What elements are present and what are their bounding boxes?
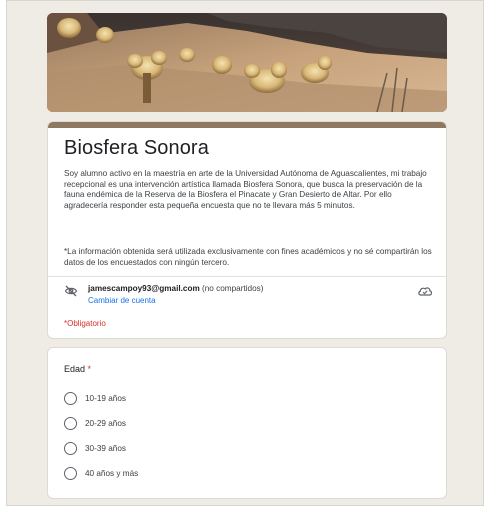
question-label: Edad *	[64, 364, 91, 374]
question-card-edad: Edad * 10-19 años 20-29 años 30-39 años …	[47, 347, 447, 499]
radio-option[interactable]: 40 años y más	[64, 467, 264, 481]
question-title: Edad	[64, 364, 86, 374]
radio-option[interactable]: 30-39 años	[64, 442, 264, 456]
eye-off-icon	[64, 285, 78, 297]
switch-account-link[interactable]: Cambiar de cuenta	[88, 296, 156, 305]
form-title: Biosfera Sonora	[64, 137, 209, 159]
radio-option[interactable]: 10-19 años	[64, 392, 264, 406]
radio-option[interactable]: 20-29 años	[64, 417, 264, 431]
form-description: Soy alumno activo en la maestría en arte…	[64, 169, 427, 210]
account-shared-note: (no compartidos)	[202, 284, 264, 293]
radio-button[interactable]	[64, 442, 77, 455]
account-email: jamescampoy93@gmail.com (no compartidos)	[88, 284, 263, 293]
radio-button[interactable]	[64, 392, 77, 405]
radio-option-label: 20-29 años	[85, 419, 126, 428]
radio-option-label: 40 años y más	[85, 469, 139, 478]
required-indicator: *Obligatorio	[64, 319, 106, 328]
privacy-note: *La información obtenida será utilizada …	[64, 247, 432, 267]
radio-option-label: 10-19 años	[85, 394, 126, 403]
cloud-icon	[418, 287, 433, 296]
required-asterisk: *	[87, 364, 92, 374]
accent-bar	[48, 122, 446, 128]
radio-button[interactable]	[64, 467, 77, 480]
desert-cactus-image	[47, 13, 447, 112]
radio-option-label: 30-39 años	[85, 444, 126, 453]
header-banner-image	[47, 13, 447, 112]
divider	[48, 276, 446, 277]
radio-button[interactable]	[64, 417, 77, 430]
account-email-address: jamescampoy93@gmail.com	[88, 284, 200, 293]
form-header-card: Biosfera Sonora Soy alumno activo en la …	[47, 121, 447, 339]
